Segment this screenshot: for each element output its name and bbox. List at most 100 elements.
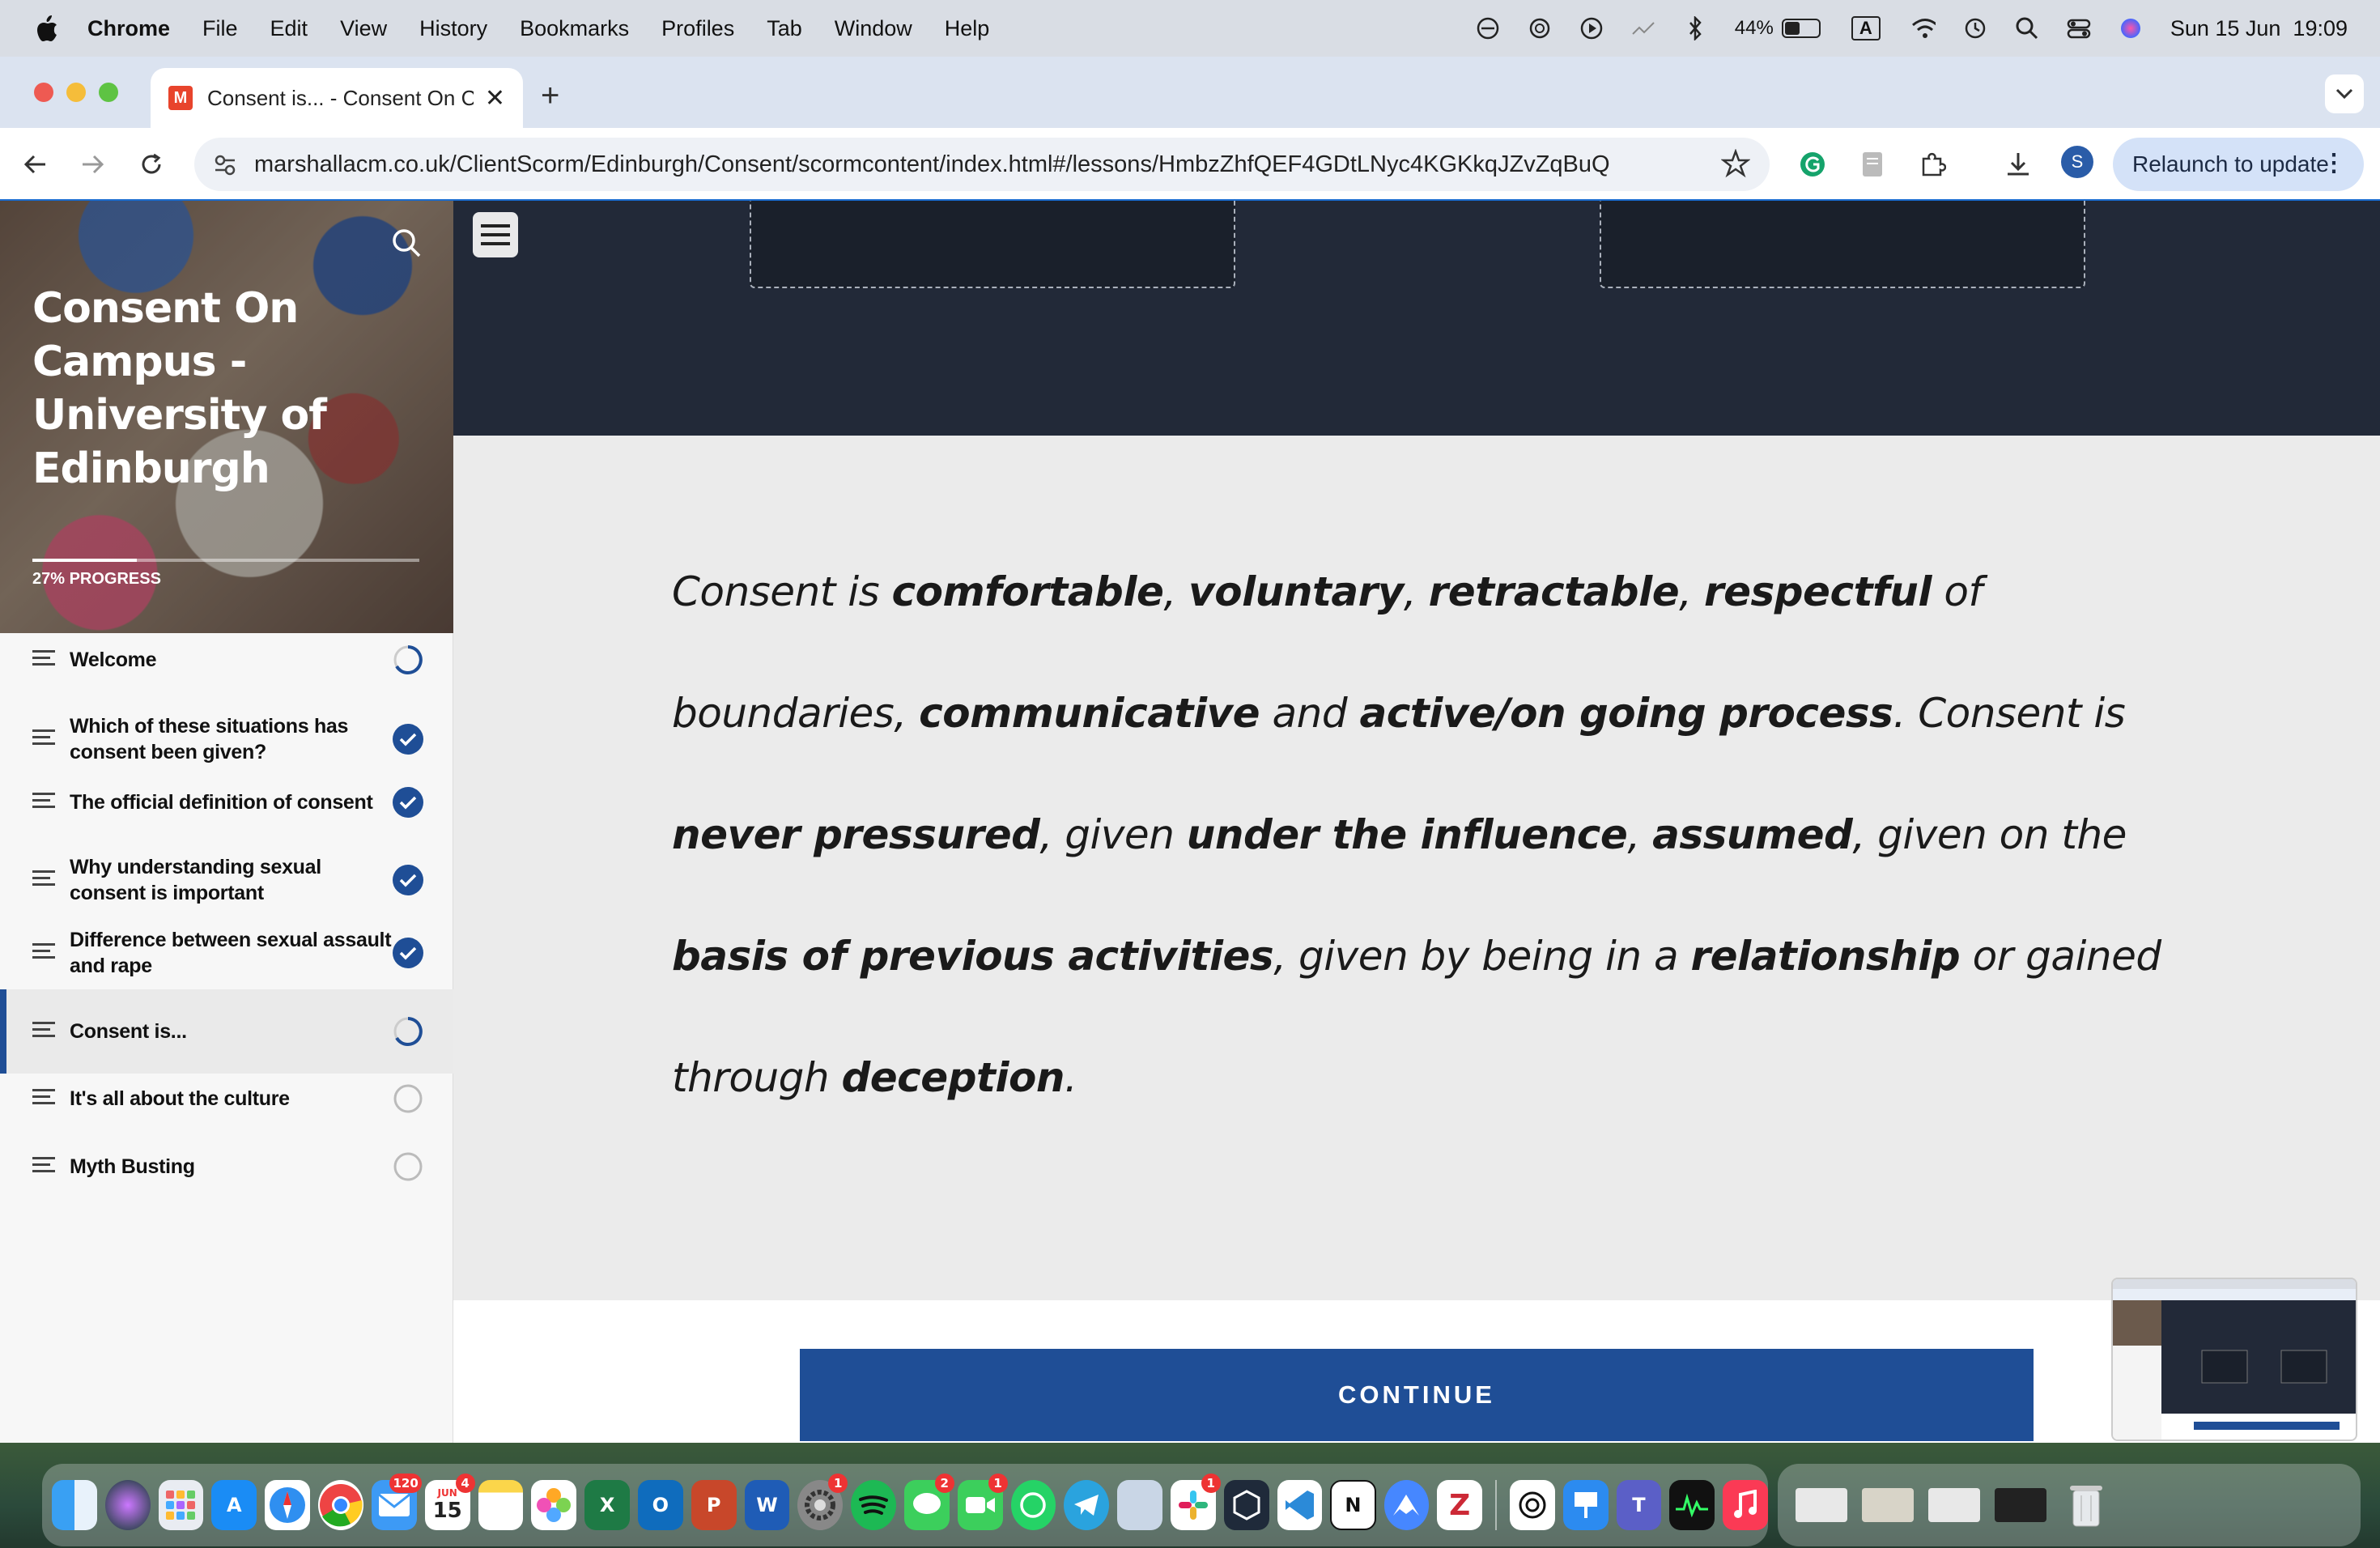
battery-status[interactable]: 44% (1735, 17, 1821, 40)
telegram-icon[interactable] (1064, 1480, 1110, 1530)
minimized-window-2[interactable] (1862, 1488, 1914, 1522)
notes-icon[interactable] (478, 1480, 524, 1530)
reading-mode-icon[interactable] (1855, 147, 1889, 181)
music-icon[interactable] (1723, 1480, 1768, 1530)
tab-close-icon[interactable]: ✕ (485, 84, 505, 113)
activity-icon[interactable] (1631, 16, 1655, 40)
notion-icon[interactable]: N (1330, 1480, 1376, 1530)
teams-icon[interactable]: T (1616, 1480, 1662, 1530)
menu-app-name[interactable]: Chrome (87, 16, 170, 41)
siri-icon[interactable] (2119, 16, 2143, 40)
menu-view[interactable]: View (340, 16, 387, 41)
nordvpn-icon[interactable] (1383, 1480, 1430, 1530)
minimized-window-1[interactable] (1796, 1488, 1847, 1522)
lesson-not-started-icon (392, 1150, 424, 1183)
grammarly-icon[interactable] (1796, 147, 1830, 181)
menu-profiles[interactable]: Profiles (661, 16, 734, 41)
facetime-icon[interactable]: 1 (957, 1474, 1008, 1530)
lesson-item[interactable]: The official definition of consent (0, 769, 453, 836)
menu-bookmarks[interactable]: Bookmarks (520, 16, 629, 41)
system-settings-icon[interactable]: 1 (797, 1474, 848, 1530)
screen-thumbnail-preview[interactable] (2111, 1278, 2357, 1441)
finder-icon[interactable] (52, 1480, 97, 1530)
app-store-icon[interactable]: A (211, 1480, 257, 1530)
spotlight-search-icon[interactable] (2015, 16, 2039, 40)
chatgpt-app-icon[interactable] (1509, 1480, 1555, 1530)
input-source-icon[interactable]: A (1848, 16, 1884, 40)
play-icon[interactable] (1579, 16, 1604, 40)
photos-icon[interactable] (531, 1480, 577, 1530)
focus-icon[interactable] (1476, 16, 1500, 40)
menu-tab[interactable]: Tab (767, 16, 802, 41)
input-source-label: A (1851, 16, 1881, 40)
control-center-icon[interactable] (2067, 16, 2091, 40)
chrome-icon[interactable] (317, 1480, 363, 1530)
time-machine-icon[interactable] (1963, 16, 1987, 40)
statement-text: , given on the (1852, 811, 2127, 858)
apple-menu-icon[interactable] (31, 15, 63, 42)
menu-history[interactable]: History (419, 16, 487, 41)
vscode-icon[interactable] (1277, 1480, 1323, 1530)
minimize-window-button[interactable] (66, 83, 86, 102)
course-progress-label: 27% PROGRESS (32, 570, 161, 588)
battery-level (1784, 22, 1800, 35)
menu-edit[interactable]: Edit (270, 16, 308, 41)
tab-search-chevron-icon[interactable] (2325, 74, 2364, 113)
zotero-icon[interactable]: Z (1437, 1480, 1483, 1530)
bookmark-star-icon[interactable] (1720, 148, 1751, 185)
messages-icon[interactable]: 2 (903, 1474, 954, 1530)
address-bar[interactable]: marshallacm.co.uk/ClientScorm/Edinburgh/… (194, 138, 1770, 191)
chatgpt-icon[interactable] (1528, 16, 1552, 40)
powerpoint-icon[interactable]: P (691, 1480, 737, 1530)
whatsapp-icon[interactable] (1010, 1480, 1056, 1530)
menu-help[interactable]: Help (945, 16, 990, 41)
statement-keyword: retractable (1428, 568, 1680, 615)
trash-icon[interactable] (2061, 1480, 2111, 1530)
cursor-editor-icon[interactable] (1223, 1480, 1269, 1530)
profile-avatar[interactable]: S (2061, 146, 2093, 178)
back-arrow-icon[interactable] (16, 146, 53, 183)
relaunch-to-update-button[interactable]: Relaunch to update ⋮ (2113, 138, 2364, 191)
continue-button[interactable]: CONTINUE (800, 1349, 2034, 1441)
siri-app-icon[interactable] (104, 1480, 151, 1530)
calendar-day: 15 (432, 1499, 462, 1523)
new-tab-button[interactable]: + (541, 78, 559, 114)
safari-icon[interactable] (265, 1480, 310, 1530)
zoom-window-button[interactable] (99, 83, 118, 102)
forward-arrow-icon[interactable] (74, 146, 112, 183)
lesson-item[interactable]: Myth Busting (0, 1133, 453, 1200)
hamburger-menu-icon[interactable] (473, 212, 518, 257)
menu-window[interactable]: Window (835, 16, 912, 41)
clock[interactable]: Sun 15 Jun 19:09 (2170, 16, 2348, 41)
lesson-complete-check-icon (392, 864, 424, 896)
preview-icon[interactable] (1117, 1480, 1162, 1530)
outlook-icon[interactable]: O (637, 1480, 683, 1530)
extensions-puzzle-icon[interactable] (1915, 147, 1949, 181)
lesson-item[interactable]: Welcome (0, 627, 453, 693)
minimized-window-3[interactable] (1928, 1488, 1980, 1522)
reload-icon[interactable] (133, 146, 170, 183)
keynote-icon[interactable] (1562, 1480, 1609, 1530)
calendar-icon[interactable]: JUN 15 4 (424, 1474, 475, 1530)
wifi-icon[interactable] (1911, 16, 1936, 40)
spotify-icon[interactable] (851, 1480, 896, 1530)
excel-icon[interactable]: X (584, 1480, 630, 1530)
activity-monitor-icon[interactable] (1669, 1480, 1715, 1530)
menu-file[interactable]: File (202, 16, 238, 41)
lesson-item[interactable]: Consent is... (0, 989, 453, 1074)
chrome-menu-icon[interactable]: ⋮ (2322, 149, 2346, 177)
statement-keyword: voluntary (1188, 568, 1404, 615)
mail-icon[interactable]: 120 (371, 1474, 422, 1530)
slack-icon[interactable]: 1 (1170, 1474, 1221, 1530)
word-icon[interactable]: W (744, 1480, 790, 1530)
lesson-item[interactable]: Difference between sexual assault and ra… (0, 908, 453, 997)
bluetooth-icon[interactable] (1683, 16, 1707, 40)
search-icon[interactable] (390, 227, 423, 263)
site-info-icon[interactable] (212, 152, 238, 185)
downloads-icon[interactable] (2001, 147, 2035, 181)
launchpad-icon[interactable] (158, 1480, 204, 1530)
lesson-item[interactable]: It's all about the culture (0, 1065, 453, 1132)
close-window-button[interactable] (34, 83, 53, 102)
minimized-window-4[interactable] (1995, 1488, 2046, 1522)
active-browser-tab[interactable]: M Consent is... - Consent On Campus - Un… (151, 68, 523, 128)
